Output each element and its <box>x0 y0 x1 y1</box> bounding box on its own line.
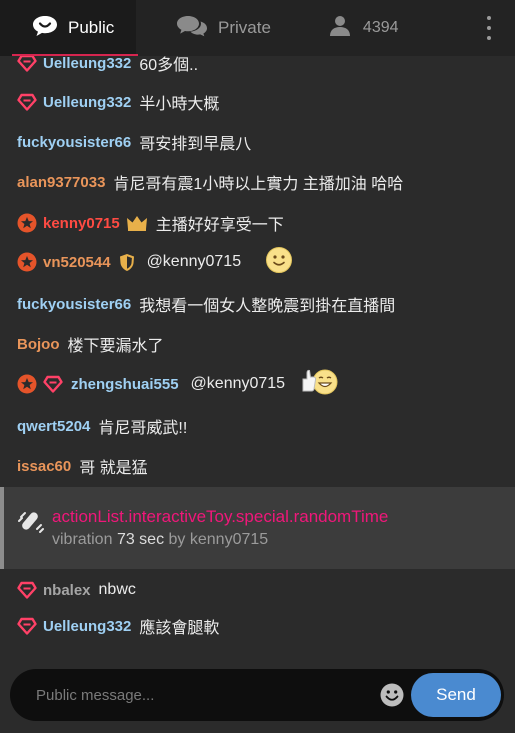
chat-username[interactable]: fuckyousister66 <box>17 296 131 313</box>
emoji-picker-icon[interactable] <box>380 683 404 707</box>
action-type: vibration <box>52 531 113 548</box>
crown-icon <box>126 213 148 233</box>
chat-username[interactable]: nbalex <box>43 582 91 599</box>
chat-text: 我想看一個女人整晚震到掛在直播間 <box>139 298 396 315</box>
chat-username[interactable]: zhengshuai555 <box>71 376 179 393</box>
chat-text: 肯尼哥威武!! <box>98 420 188 437</box>
chat-message: qwert5204 肯尼哥威武!! <box>17 414 187 438</box>
chat-message: zhengshuai555 @kenny0715 <box>17 369 341 396</box>
smiley-emoji-icon <box>265 246 293 279</box>
chat-text: 哥 就是猛 <box>79 460 148 477</box>
public-message-input[interactable] <box>36 683 366 707</box>
message-input-container: Send <box>10 669 504 721</box>
tab-public-label: Public <box>68 18 115 37</box>
vibration-toy-icon <box>18 508 44 539</box>
chat-text: 應該會腿軟 <box>139 620 220 637</box>
message-composer: Send <box>0 654 515 733</box>
chat-username[interactable]: Bojoo <box>17 336 60 353</box>
chat-username[interactable]: kenny0715 <box>43 215 120 232</box>
chat-tabs: Public Private 4394 <box>0 0 515 56</box>
chat-message: Uelleung332 應該會腿軟 <box>17 614 219 638</box>
tab-users[interactable]: 4394 <box>271 0 399 56</box>
user-count: 4394 <box>362 19 399 36</box>
shield-icon <box>117 252 137 272</box>
chat-message: vn520544 @kenny0715 <box>17 246 293 274</box>
chat-username[interactable]: Uelleung332 <box>43 56 131 72</box>
chat-message: nbalex nbwc <box>17 578 136 602</box>
chat-username[interactable]: qwert5204 <box>17 418 90 435</box>
action-detail: vibration 73 sec by kenny0715 <box>52 531 268 549</box>
heart-diamond-badge-icon <box>17 616 37 636</box>
chat-message: fuckyousister66 哥安排到早晨八 <box>17 130 251 154</box>
star-badge-icon <box>17 252 37 272</box>
tab-private-label: Private <box>218 18 271 37</box>
chat-text: 主播好好享受一下 <box>155 217 284 234</box>
chat-message: Uelleung332 半小時大概 <box>17 90 219 114</box>
chat-message: alan9377033 肯尼哥有震1小時以上實力 主播加油 哈哈 <box>17 170 403 194</box>
heart-diamond-badge-icon <box>43 374 63 394</box>
heart-diamond-badge-icon <box>17 56 37 73</box>
star-badge-icon <box>17 213 37 233</box>
chat-username[interactable]: Uelleung332 <box>43 618 131 635</box>
chat-text: nbwc <box>98 581 136 598</box>
heart-diamond-badge-icon <box>17 92 37 112</box>
chat-message: kenny0715 主播好好享受一下 <box>17 211 284 235</box>
chat-text: 半小時大概 <box>139 96 220 113</box>
chat-message: issac60 哥 就是猛 <box>17 454 148 478</box>
chat-message: Bojoo 楼下要漏水了 <box>17 332 164 356</box>
chat-text: @kenny0715 <box>190 375 286 392</box>
chat-username[interactable]: alan9377033 <box>17 174 105 191</box>
chat-text: 60多個.. <box>139 57 199 74</box>
action-by: by kenny0715 <box>168 531 269 548</box>
chat-username[interactable]: Uelleung332 <box>43 94 131 111</box>
chat-bubble-icon <box>32 15 58 42</box>
star-badge-icon <box>17 374 37 394</box>
chat-feed[interactable]: Uelleung332 60多個.. Uelleung332 半小時大概 fuc… <box>0 56 515 654</box>
more-options-icon[interactable] <box>485 16 493 40</box>
chat-message: Uelleung332 60多個.. <box>17 56 198 75</box>
heart-diamond-badge-icon <box>17 580 37 600</box>
chat-text: @kenny0715 <box>146 253 242 270</box>
send-button[interactable]: Send <box>411 673 501 717</box>
action-duration: 73 sec <box>116 531 165 548</box>
chat-text: 楼下要漏水了 <box>67 338 164 355</box>
chat-username[interactable]: fuckyousister66 <box>17 134 131 151</box>
chat-message: fuckyousister66 我想看一個女人整晚震到掛在直播間 <box>17 292 395 316</box>
tab-public[interactable]: Public <box>0 0 138 56</box>
tab-private[interactable]: Private <box>136 0 271 56</box>
user-icon <box>329 15 351 42</box>
thumbs-up-smiley-emoji-icon <box>301 367 341 402</box>
action-title: actionList.interactiveToy.special.random… <box>52 507 389 526</box>
chat-username[interactable]: vn520544 <box>43 254 111 271</box>
double-chat-bubble-icon <box>176 15 208 42</box>
chat-username[interactable]: issac60 <box>17 458 71 475</box>
toy-action-notice: actionList.interactiveToy.special.random… <box>0 487 515 569</box>
chat-text: 肯尼哥有震1小時以上實力 主播加油 哈哈 <box>113 176 404 193</box>
chat-text: 哥安排到早晨八 <box>139 136 252 153</box>
